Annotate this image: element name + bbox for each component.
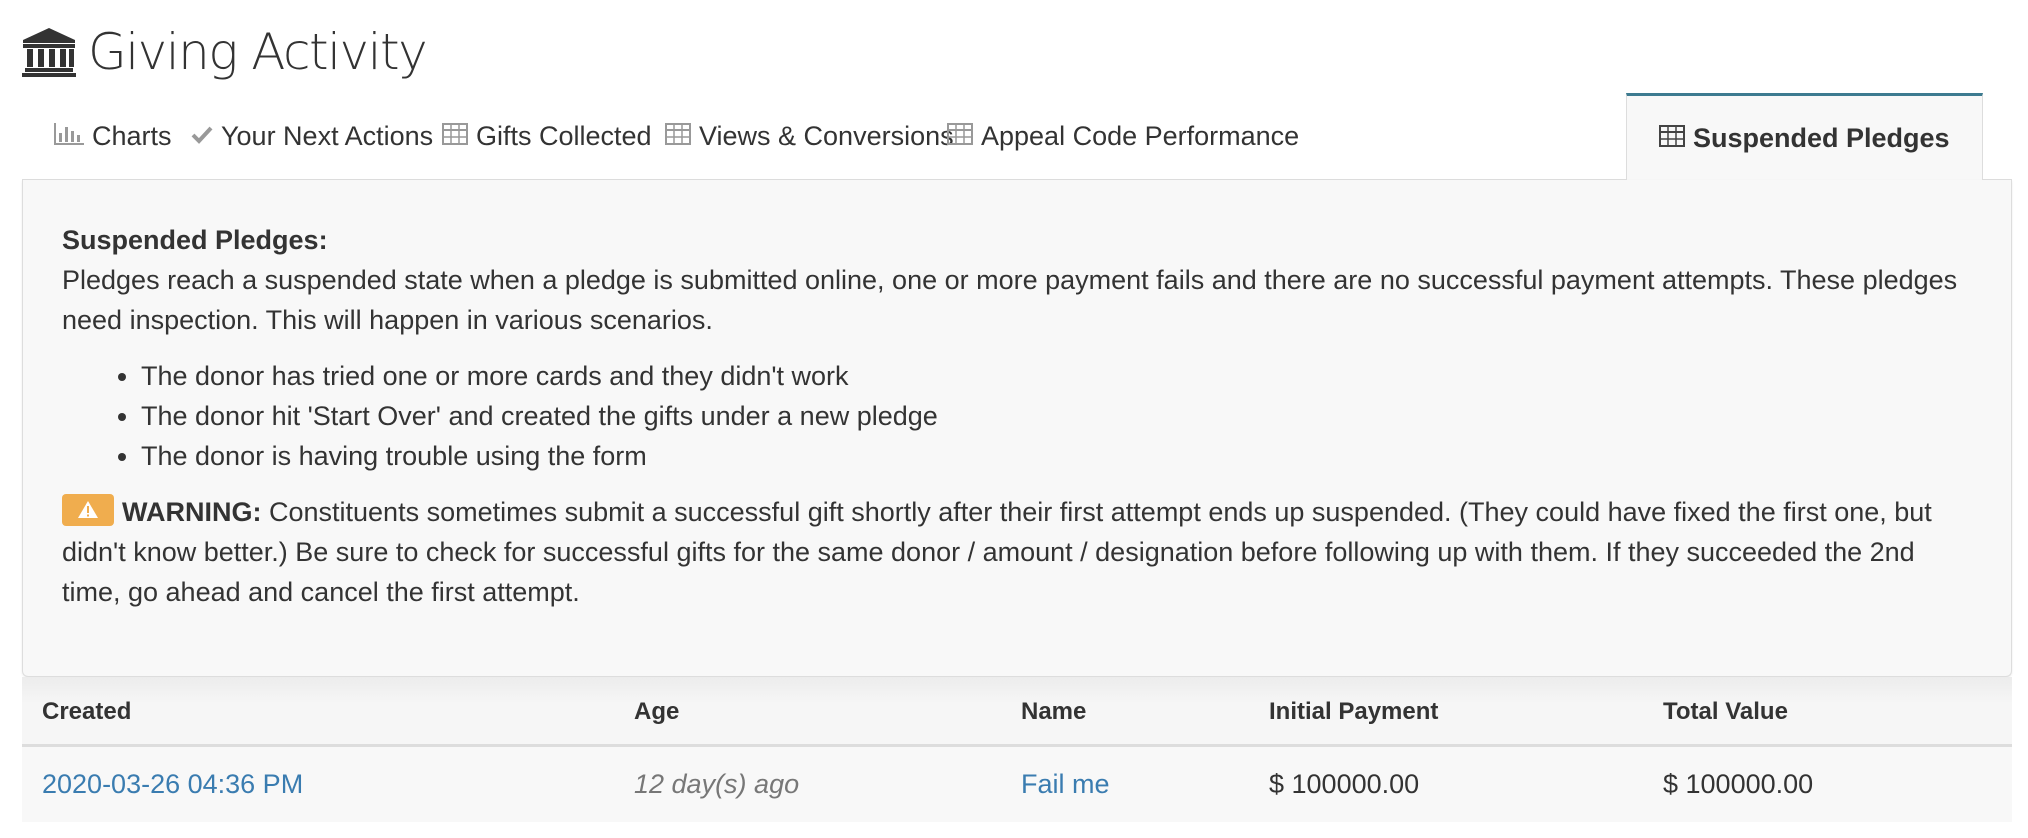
- list-item: The donor hit 'Start Over' and created t…: [141, 396, 1973, 436]
- suspended-pledges-info-panel: Suspended Pledges: Pledges reach a suspe…: [22, 180, 2012, 677]
- table-row: 2020-03-26 04:36 PM 12 day(s) ago Fail m…: [22, 747, 2012, 822]
- tab-label: Gifts Collected: [476, 121, 652, 151]
- created-date-link[interactable]: 2020-03-26 04:36 PM: [42, 747, 303, 822]
- total-value-cell: $ 100000.00: [1663, 769, 1814, 799]
- age-cell: 12 day(s) ago: [634, 769, 800, 799]
- list-item: The donor has tried one or more cards an…: [141, 356, 1973, 396]
- column-header-age[interactable]: Age: [634, 677, 679, 747]
- column-header-created[interactable]: Created: [42, 677, 131, 747]
- table-icon: [665, 121, 691, 152]
- tab-label: Suspended Pledges: [1693, 122, 1950, 153]
- table-header: Created Age Name Initial Payment Total V…: [22, 677, 2012, 747]
- warning-message: WARNING: Constituents sometimes submit a…: [62, 492, 1973, 612]
- list-item: The donor is having trouble using the fo…: [141, 436, 1973, 476]
- column-header-total-value[interactable]: Total Value: [1663, 677, 1788, 747]
- tab-suspended-pledges[interactable]: Suspended Pledges: [1626, 93, 1983, 181]
- suspended-pledges-table: Created Age Name Initial Payment Total V…: [22, 677, 2012, 822]
- bank-icon: [22, 28, 76, 77]
- warning-icon: [78, 501, 98, 518]
- initial-payment-cell: $ 100000.00: [1269, 769, 1420, 799]
- page-title: Giving Activity: [88, 23, 428, 81]
- column-header-name[interactable]: Name: [1021, 677, 1086, 747]
- donor-name-link[interactable]: Fail me: [1021, 747, 1110, 822]
- bar-chart-icon: [54, 121, 84, 152]
- page-header: Giving Activity: [22, 22, 428, 82]
- panel-intro: Pledges reach a suspended state when a p…: [62, 265, 1958, 335]
- warning-text: Constituents sometimes submit a successf…: [62, 497, 1932, 607]
- tab-label: Your Next Actions: [221, 121, 434, 151]
- warning-badge: [62, 494, 114, 526]
- table-icon: [442, 121, 468, 152]
- panel-heading: Suspended Pledges:: [62, 225, 328, 255]
- table-icon: [1659, 123, 1685, 154]
- tab-bar: Charts Your Next Actions Gifts Collected…: [22, 93, 2012, 181]
- table-icon: [947, 121, 973, 152]
- tab-label: Appeal Code Performance: [981, 121, 1300, 151]
- column-header-initial-payment[interactable]: Initial Payment: [1269, 677, 1438, 747]
- check-icon: [191, 121, 213, 152]
- scenario-list: The donor has tried one or more cards an…: [62, 356, 1973, 476]
- warning-label: WARNING:: [122, 497, 262, 527]
- tab-appeal-code-performance[interactable]: Appeal Code Performance: [915, 93, 1331, 180]
